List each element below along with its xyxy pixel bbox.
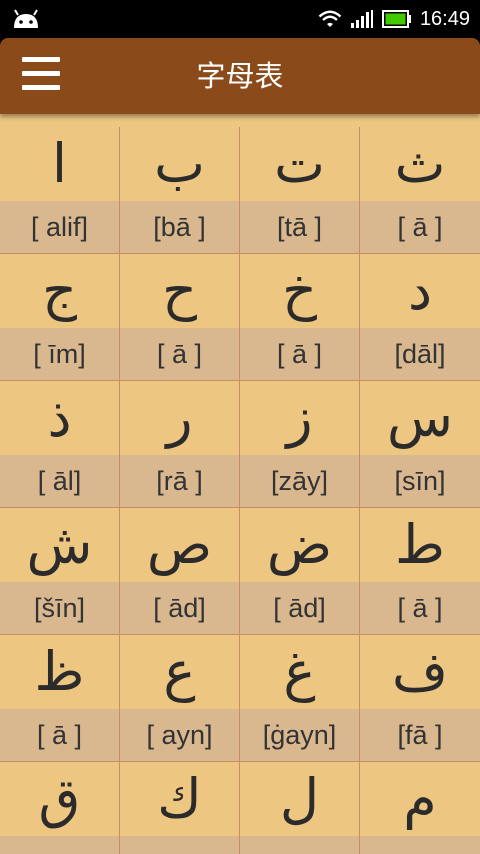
arabic-letter: ز	[240, 381, 359, 455]
letter-cell[interactable]: ح[ ā ]	[120, 254, 240, 381]
letter-cell[interactable]: ل	[240, 762, 360, 854]
arabic-letter: س	[360, 381, 480, 455]
android-icon	[14, 9, 38, 28]
arabic-letter: ح	[120, 254, 239, 328]
letter-cell[interactable]: ر [rā ]	[120, 381, 240, 508]
grid-row: ج[ īm] ح[ ā ] خ[ ā ] د [dāl]	[0, 254, 480, 381]
letter-cell[interactable]: ط[ ā ]	[360, 508, 480, 635]
signal-icon	[350, 10, 373, 28]
page-title: 字母表	[196, 59, 284, 93]
arabic-letter: د	[360, 254, 480, 328]
letter-name: [rā ]	[120, 455, 239, 507]
wifi-icon	[318, 10, 342, 27]
letter-name: [ ād]	[120, 582, 239, 634]
letter-cell[interactable]: غ [ġayn]	[240, 635, 360, 762]
arabic-letter: غ	[240, 635, 359, 709]
arabic-letter: ذ	[0, 381, 119, 455]
clock: 16:49	[419, 7, 470, 30]
arabic-letter: ر	[120, 381, 239, 455]
arabic-letter: ظ	[0, 635, 119, 709]
letter-name	[240, 836, 359, 854]
letter-name: [zāy]	[240, 455, 359, 507]
letter-cell[interactable]: ج[ īm]	[0, 254, 120, 381]
letter-name	[360, 836, 480, 854]
letter-cell[interactable]: ا[ alif]	[0, 127, 120, 254]
letter-cell[interactable]: ب [bā ]	[120, 127, 240, 254]
arabic-letter: ل	[240, 762, 359, 836]
grid-row: ق ك ل م	[0, 762, 480, 854]
grid-row: ظ[ ā ] ع[ ayn] غ [ġayn] ف [fā ]	[0, 635, 480, 762]
letter-cell[interactable]: ث[ ā ]	[360, 127, 480, 254]
letter-name: [ ā ]	[240, 328, 359, 380]
letter-name: [bā ]	[120, 201, 239, 253]
letter-cell[interactable]: ص[ ād]	[120, 508, 240, 635]
arabic-letter: ق	[0, 762, 119, 836]
letter-name: [ alif]	[0, 201, 119, 253]
battery-icon	[381, 10, 411, 28]
letter-name: [tā ]	[240, 201, 359, 253]
grid-row: ش [šīn] ص[ ād] ض[ ād] ط[ ā ]	[0, 508, 480, 635]
arabic-letter: ف	[360, 635, 480, 709]
arabic-letter: خ	[240, 254, 359, 328]
letter-cell[interactable]: ق	[0, 762, 120, 854]
alphabet-grid: ا[ alif] ب [bā ] ت [tā ] ث[ ā ] ج[ īm] ح[ …	[0, 127, 480, 854]
arabic-letter: ش	[0, 508, 119, 582]
app-bar: 字母表	[0, 38, 480, 114]
arabic-letter: ض	[240, 508, 359, 582]
letter-name: [dāl]	[360, 328, 480, 380]
letter-cell[interactable]: م	[360, 762, 480, 854]
letter-cell[interactable]: ف [fā ]	[360, 635, 480, 762]
grid-row: ذ[ āl] ر [rā ] ز [zāy] س [sīn]	[0, 381, 480, 508]
letter-cell[interactable]: س [sīn]	[360, 381, 480, 508]
grid-row: ا[ alif] ب [bā ] ت [tā ] ث[ ā ]	[0, 127, 480, 254]
letter-cell[interactable]: ض[ ād]	[240, 508, 360, 635]
letter-name: [ ā ]	[360, 201, 480, 253]
letter-cell[interactable]: د [dāl]	[360, 254, 480, 381]
letter-cell[interactable]: ظ[ ā ]	[0, 635, 120, 762]
letter-name: [fā ]	[360, 709, 480, 761]
arabic-letter: ط	[360, 508, 480, 582]
letter-cell[interactable]: ت [tā ]	[240, 127, 360, 254]
letter-name: [sīn]	[360, 455, 480, 507]
arabic-letter: ث	[360, 127, 480, 201]
letter-name: [ ā ]	[120, 328, 239, 380]
arabic-letter: ا	[0, 127, 119, 201]
letter-cell[interactable]: ذ[ āl]	[0, 381, 120, 508]
letter-name: [šīn]	[0, 582, 119, 634]
arabic-letter: ك	[120, 762, 239, 836]
letter-name: [ ayn]	[120, 709, 239, 761]
letter-name	[0, 836, 119, 854]
letter-name: [ īm]	[0, 328, 119, 380]
arabic-letter: ع	[120, 635, 239, 709]
letter-name: [ ā ]	[360, 582, 480, 634]
arabic-letter: م	[360, 762, 480, 836]
letter-cell[interactable]: ك	[120, 762, 240, 854]
arabic-letter: ب	[120, 127, 239, 201]
letter-cell[interactable]: خ[ ā ]	[240, 254, 360, 381]
status-bar: 16:49	[0, 0, 480, 38]
alphabet-content: ا[ alif] ب [bā ] ت [tā ] ث[ ā ] ج[ īm] ح[ …	[0, 114, 480, 854]
letter-name: [ ā ]	[0, 709, 119, 761]
arabic-letter: ت	[240, 127, 359, 201]
letter-name: [ġayn]	[240, 709, 359, 761]
arabic-letter: ج	[0, 254, 119, 328]
letter-cell[interactable]: ع[ ayn]	[120, 635, 240, 762]
letter-name: [ āl]	[0, 455, 119, 507]
letter-name: [ ād]	[240, 582, 359, 634]
letter-name	[120, 836, 239, 854]
arabic-letter: ص	[120, 508, 239, 582]
letter-cell[interactable]: ش [šīn]	[0, 508, 120, 635]
letter-cell[interactable]: ز [zāy]	[240, 381, 360, 508]
